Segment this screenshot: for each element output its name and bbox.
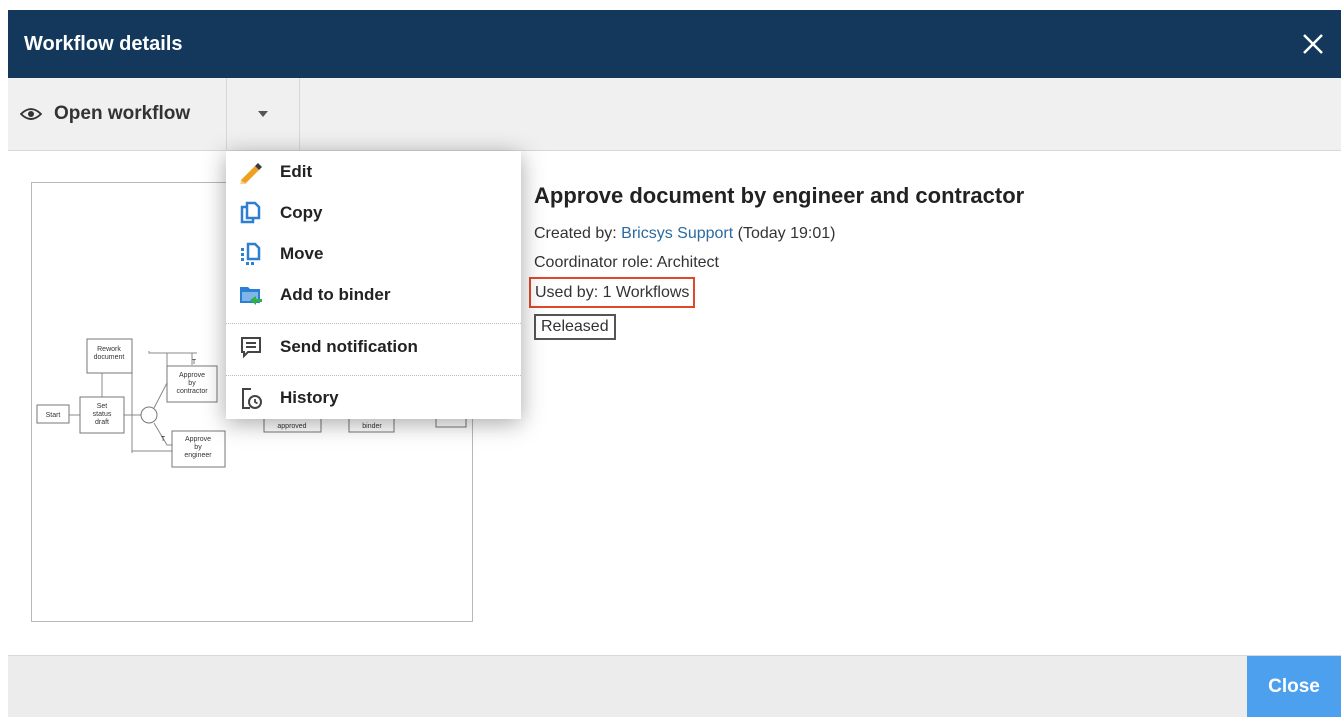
menu-binder-label: Add to binder: [280, 285, 391, 304]
created-by-prefix: Created by:: [534, 225, 622, 242]
binder-icon: [238, 282, 264, 308]
open-workflow-label: Open workflow: [54, 103, 191, 124]
dialog-header: Workflow details: [8, 10, 1341, 78]
node-engineer-2: by: [194, 444, 202, 451]
node-set-status-2: status: [93, 411, 112, 418]
menu-divider: [226, 323, 521, 324]
menu-history-label: History: [280, 388, 339, 407]
menu-move-label: Move: [280, 244, 324, 263]
edge-label-true-2: T: [161, 436, 166, 443]
node-set-status-3: draft: [95, 419, 109, 426]
open-workflow-button[interactable]: Open workflow: [8, 78, 226, 150]
status-badge: Released: [534, 314, 616, 340]
menu-item-move[interactable]: Move: [226, 234, 521, 274]
menu-edit-label: Edit: [280, 162, 313, 181]
copy-icon: [238, 200, 264, 226]
node-contractor-1: Approve: [179, 372, 205, 379]
used-by: Used by: 1 Workflows: [529, 277, 696, 308]
node-approved: approved: [277, 423, 306, 430]
menu-item-history[interactable]: History: [226, 378, 521, 418]
dialog-title: Workflow details: [24, 33, 183, 55]
workflow-title: Approve document by engineer and contrac…: [534, 183, 1025, 208]
pencil-icon: [238, 159, 264, 185]
move-icon: [238, 241, 264, 267]
coordinator-role: Coordinator role: Architect: [534, 254, 719, 271]
node-engineer-3: engineer: [184, 452, 212, 459]
dialog-footer: Close: [8, 655, 1341, 717]
created-by-line: Created by: Bricsys Support (Today 19:01…: [534, 219, 1024, 248]
node-contractor-3: contractor: [176, 388, 208, 395]
menu-notify-label: Send notification: [280, 337, 418, 356]
close-button[interactable]: Close: [1247, 656, 1341, 717]
menu-copy-label: Copy: [280, 203, 323, 222]
notification-icon: [238, 334, 264, 360]
menu-item-copy[interactable]: Copy: [226, 193, 521, 233]
node-rework-1: Rework: [97, 346, 121, 353]
eye-icon: [20, 108, 42, 120]
created-by-link[interactable]: Bricsys Support: [621, 225, 733, 242]
caret-down-icon: [258, 111, 268, 117]
menu-divider: [226, 375, 521, 376]
more-actions-dropdown[interactable]: [226, 78, 300, 150]
node-set-status-1: Set: [97, 403, 108, 410]
node-rework-2: document: [94, 354, 125, 361]
edge-label-true-1: T: [192, 359, 197, 366]
created-time: (Today 19:01): [733, 225, 836, 242]
close-icon[interactable]: [1299, 30, 1327, 58]
history-icon: [238, 385, 264, 411]
menu-item-send-notification[interactable]: Send notification: [226, 327, 521, 367]
node-start: Start: [46, 412, 61, 419]
node-engineer-1: Approve: [185, 436, 211, 443]
workflow-details: Approve document by engineer and contrac…: [529, 183, 1025, 340]
node-contractor-2: by: [188, 380, 196, 387]
node-binder: binder: [362, 423, 382, 430]
actions-menu: Edit Copy Move Add to binder Send notifi…: [226, 151, 521, 419]
menu-item-edit[interactable]: Edit: [226, 152, 521, 192]
toolbar: Open workflow: [8, 78, 1341, 151]
menu-item-add-to-binder[interactable]: Add to binder: [226, 275, 521, 315]
